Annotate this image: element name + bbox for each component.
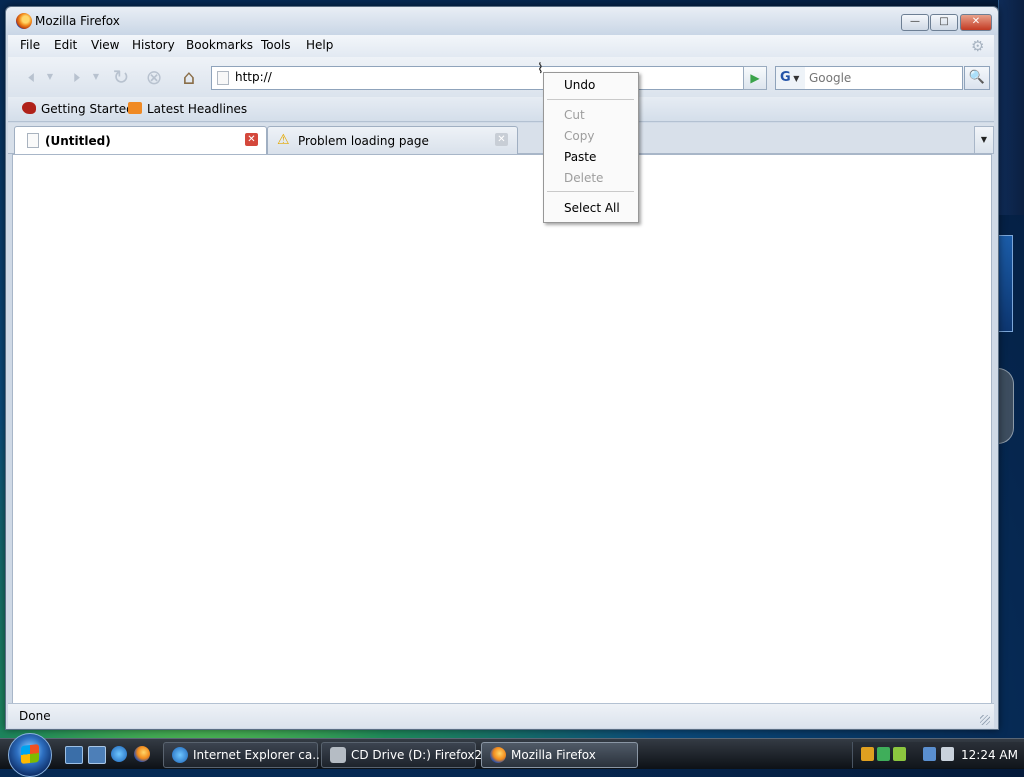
windows-logo-icon: [21, 744, 39, 764]
background-window-fragment: [998, 0, 1024, 215]
internet-explorer-icon: [172, 747, 188, 763]
taskbar-button-internet-explorer[interactable]: Internet Explorer ca...: [163, 742, 324, 768]
cd-drive-icon: [330, 747, 346, 763]
check-icon[interactable]: [893, 747, 906, 761]
back-dropdown-icon[interactable]: ▼: [44, 65, 56, 89]
context-menu-select-all[interactable]: Select All: [564, 201, 620, 215]
taskbar-button-label: CD Drive (D:) Firefox2: [351, 748, 483, 762]
taskbar-button-cd-drive[interactable]: CD Drive (D:) Firefox2: [321, 742, 482, 768]
taskbar: Internet Explorer ca... CD Drive (D:) Fi…: [0, 733, 1024, 777]
warning-icon: ⚠: [277, 132, 290, 148]
url-input[interactable]: [235, 69, 725, 85]
tab-problem-loading[interactable]: ⚠ Problem loading page ✕: [267, 126, 518, 154]
windows-update-icon[interactable]: [877, 747, 890, 761]
blank-page-icon: [27, 133, 39, 148]
forward-button[interactable]: 🢒: [64, 65, 90, 89]
sidebar-gadget-fragment: [998, 235, 1013, 332]
tab-close-icon[interactable]: ✕: [245, 133, 258, 146]
bookmarks-toolbar: Getting Started Latest Headlines: [8, 97, 994, 122]
home-button[interactable]: ⌂: [176, 65, 202, 89]
firefox-logo-icon: [16, 13, 32, 29]
menu-bar: File Edit View History Bookmarks Tools H…: [8, 35, 994, 58]
menu-separator: [547, 191, 634, 192]
context-menu-cut[interactable]: Cut: [564, 108, 585, 122]
tab-list-dropdown-icon[interactable]: ▼: [974, 126, 994, 154]
search-engine-selector[interactable]: G ▼: [775, 66, 807, 90]
menu-edit[interactable]: Edit: [54, 38, 77, 52]
firefox-window: Mozilla Firefox — □ ✕ File Edit View His…: [5, 6, 999, 730]
forward-dropdown-icon[interactable]: ▼: [90, 65, 102, 89]
getting-started-icon: [22, 102, 36, 114]
url-bar[interactable]: ▼: [211, 66, 767, 90]
clock[interactable]: 12:24 AM: [961, 748, 1018, 762]
context-menu: Undo Cut Copy Paste Delete Select All: [543, 72, 639, 223]
context-menu-undo[interactable]: Undo: [564, 78, 595, 92]
internet-explorer-icon[interactable]: [111, 746, 127, 762]
tab-label: Problem loading page: [298, 134, 429, 148]
search-engine-dropdown-icon: ▼: [790, 74, 800, 83]
window-title: Mozilla Firefox: [35, 14, 120, 28]
status-bar: Done: [8, 703, 994, 728]
stop-button[interactable]: ⊗: [141, 65, 167, 89]
system-tray: 12:24 AM: [852, 742, 1024, 768]
network-icon[interactable]: [923, 747, 936, 761]
firefox-icon: [490, 747, 506, 763]
switch-windows-icon[interactable]: [88, 746, 106, 764]
menu-view[interactable]: View: [91, 38, 119, 52]
resize-grip-icon[interactable]: [980, 715, 990, 725]
status-text: Done: [19, 709, 51, 723]
menu-tools[interactable]: Tools: [261, 38, 291, 52]
rss-feed-icon: [128, 102, 142, 114]
show-desktop-icon[interactable]: [65, 746, 83, 764]
maximize-button[interactable]: □: [930, 14, 958, 31]
tab-close-icon[interactable]: ✕: [495, 133, 508, 146]
menu-separator: [547, 99, 634, 100]
bookmark-label: Latest Headlines: [147, 102, 248, 116]
minimize-button[interactable]: —: [901, 14, 929, 31]
tab-label: (Untitled): [45, 134, 111, 148]
title-bar[interactable]: Mozilla Firefox — □ ✕: [6, 7, 998, 35]
context-menu-paste[interactable]: Paste: [564, 150, 596, 164]
search-input[interactable]: [809, 70, 954, 86]
search-magnifier-button[interactable]: 🔍: [964, 66, 990, 90]
throbber-gear-icon: ⚙: [971, 37, 985, 55]
bookmark-label: Getting Started: [41, 102, 134, 116]
search-engine-letter: G: [780, 70, 791, 85]
page-content[interactable]: [12, 154, 992, 704]
taskbar-button-label: Internet Explorer ca...: [193, 748, 324, 762]
menu-file[interactable]: File: [20, 38, 40, 52]
navigation-toolbar: 🢐 ▼ 🢒 ▼ ↻ ⊗ ⌂ ▼ ▶ G ▼ 🔍: [8, 57, 994, 97]
page-icon: [217, 71, 229, 85]
tab-untitled[interactable]: (Untitled) ✕: [14, 126, 267, 154]
taskbar-button-firefox[interactable]: Mozilla Firefox: [481, 742, 638, 768]
bookmark-latest-headlines[interactable]: Latest Headlines: [128, 102, 247, 116]
reload-button[interactable]: ↻: [108, 65, 134, 89]
clock-gadget-fragment: [998, 368, 1014, 444]
menu-history[interactable]: History: [132, 38, 175, 52]
tab-bar: (Untitled) ✕ ⚠ Problem loading page ✕ ▼: [8, 123, 994, 154]
menu-help[interactable]: Help: [306, 38, 333, 52]
go-button[interactable]: ▶: [743, 66, 767, 90]
menu-bookmarks[interactable]: Bookmarks: [186, 38, 253, 52]
taskbar-button-label: Mozilla Firefox: [511, 748, 596, 762]
back-button[interactable]: 🢐: [18, 65, 44, 89]
close-button[interactable]: ✕: [960, 14, 992, 31]
context-menu-copy[interactable]: Copy: [564, 129, 594, 143]
context-menu-delete[interactable]: Delete: [564, 171, 603, 185]
security-shield-icon[interactable]: [861, 747, 874, 761]
firefox-quicklaunch-icon[interactable]: [134, 746, 150, 762]
bookmark-getting-started[interactable]: Getting Started: [22, 102, 134, 116]
search-box[interactable]: [805, 66, 963, 90]
start-button[interactable]: [8, 733, 52, 777]
volume-muted-icon[interactable]: [941, 747, 954, 761]
